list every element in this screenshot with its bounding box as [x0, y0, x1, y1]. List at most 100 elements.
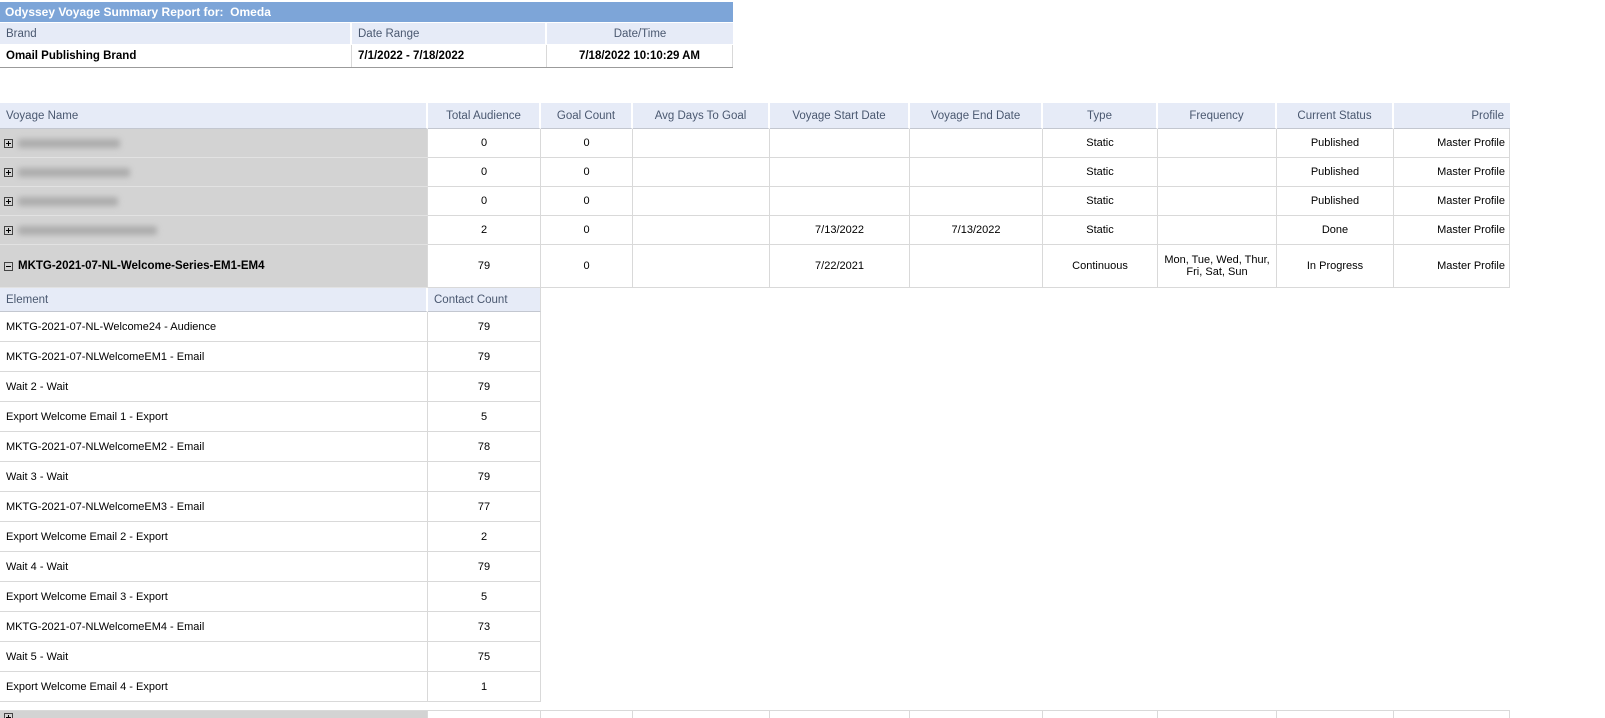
voyage-cell-type: Static	[1043, 216, 1158, 245]
voyage-cell-voyage-start-date: 7/22/2021	[770, 245, 910, 288]
info-table-header: Brand Date Range Date/Time	[0, 23, 733, 44]
voyage-cell-frequency	[1158, 216, 1277, 245]
voyage-cell-voyage-end-date	[910, 187, 1043, 216]
voyage-cell-voyage-end-date	[910, 129, 1043, 158]
redacted-voyage-name	[18, 226, 157, 235]
voyage-cell-total-audience: 2	[428, 216, 541, 245]
element-row: Export Welcome Email 4 - Export1	[0, 672, 1510, 702]
element-row: MKTG-2021-07-NLWelcomeEM3 - Email77	[0, 492, 1510, 522]
voyage-row: 00StaticPublishedMaster Profile	[0, 158, 1510, 187]
voyage-cell-goal-count: 0	[541, 187, 633, 216]
voyage-cell-profile: Master Profile	[1394, 187, 1510, 216]
expand-icon[interactable]	[4, 168, 13, 177]
element-name-cell: Wait 5 - Wait	[0, 642, 428, 672]
info-header-date-time: Date/Time	[547, 23, 733, 44]
element-row: Wait 4 - Wait79	[0, 552, 1510, 582]
expand-icon[interactable]	[4, 226, 13, 235]
voyage-header-voyage-name: Voyage Name	[0, 103, 428, 129]
element-row: MKTG-2021-07-NL-Welcome24 - Audience79	[0, 312, 1510, 342]
element-name-cell: Wait 2 - Wait	[0, 372, 428, 402]
voyage-cell-clipped	[910, 710, 1043, 718]
voyage-header-type: Type	[1043, 103, 1158, 129]
voyage-summary-table: Voyage NameTotal AudienceGoal CountAvg D…	[0, 103, 1510, 702]
voyage-row: MKTG-2021-07-NL-Welcome-Series-EM1-EM4 79…	[0, 245, 1510, 288]
voyage-cell-clipped	[1043, 710, 1158, 718]
voyage-name-text: MKTG-2021-07-NL-Welcome-Series-EM1-EM4	[18, 260, 264, 272]
voyage-table-body: 00StaticPublishedMaster Profile00StaticP…	[0, 129, 1510, 288]
contact-count-cell: 5	[428, 402, 541, 432]
contact-count-cell: 73	[428, 612, 541, 642]
voyage-cell-total-audience: 79	[428, 245, 541, 288]
contact-count-cell: 75	[428, 642, 541, 672]
date-range-value: 7/1/2022 - 7/18/2022	[352, 45, 547, 67]
report-page: Odyssey Voyage Summary Report for: Omeda…	[0, 0, 1605, 718]
redacted-voyage-name	[18, 139, 120, 148]
element-name-cell: MKTG-2021-07-NLWelcomeEM4 - Email	[0, 612, 428, 642]
element-row: Wait 2 - Wait79	[0, 372, 1510, 402]
element-header-element: Element	[0, 288, 428, 312]
info-table-row: Omail Publishing Brand 7/1/2022 - 7/18/2…	[0, 45, 733, 68]
report-title: Odyssey Voyage Summary Report for: Omeda	[5, 5, 271, 19]
element-row: Export Welcome Email 2 - Export2	[0, 522, 1510, 552]
contact-count-cell: 79	[428, 552, 541, 582]
element-row: Wait 3 - Wait79	[0, 462, 1510, 492]
element-name-cell: MKTG-2021-07-NL-Welcome24 - Audience	[0, 312, 428, 342]
voyage-cell-type: Static	[1043, 158, 1158, 187]
voyage-cell-avg-days-to-goal	[633, 216, 770, 245]
contact-count-cell: 79	[428, 462, 541, 492]
voyage-cell-goal-count: 0	[541, 216, 633, 245]
voyage-header-total-audience: Total Audience	[428, 103, 541, 129]
voyage-cell-frequency	[1158, 187, 1277, 216]
voyage-table-header-row: Voyage NameTotal AudienceGoal CountAvg D…	[0, 103, 1510, 129]
voyage-cell-voyage-start-date	[770, 129, 910, 158]
element-row: Wait 5 - Wait75	[0, 642, 1510, 672]
contact-count-cell: 77	[428, 492, 541, 522]
voyage-header-current-status: Current Status	[1277, 103, 1394, 129]
element-table-header-row: ElementContact Count	[0, 288, 1510, 312]
voyage-cell-profile: Master Profile	[1394, 129, 1510, 158]
element-header-contact-count: Contact Count	[428, 288, 541, 312]
voyage-cell-avg-days-to-goal	[633, 187, 770, 216]
voyage-row: 207/13/20227/13/2022StaticDoneMaster Pro…	[0, 216, 1510, 245]
voyage-cell-clipped	[541, 710, 633, 718]
voyage-name-cell: MKTG-2021-07-NL-Welcome-Series-EM1-EM4	[0, 245, 428, 288]
contact-count-cell: 1	[428, 672, 541, 702]
voyage-name-cell-clipped	[0, 710, 428, 718]
report-title-bar: Odyssey Voyage Summary Report for: Omeda	[0, 2, 733, 22]
voyage-cell-voyage-start-date	[770, 187, 910, 216]
element-name-cell: Export Welcome Email 4 - Export	[0, 672, 428, 702]
element-name-cell: MKTG-2021-07-NLWelcomeEM3 - Email	[0, 492, 428, 522]
voyage-name-cell	[0, 129, 428, 158]
contact-count-cell: 79	[428, 312, 541, 342]
expand-icon[interactable]	[4, 139, 13, 148]
voyage-row: 00StaticPublishedMaster Profile	[0, 129, 1510, 158]
contact-count-cell: 5	[428, 582, 541, 612]
expand-icon[interactable]	[4, 713, 13, 718]
voyage-cell-type: Static	[1043, 129, 1158, 158]
redacted-voyage-name	[18, 168, 130, 177]
voyage-cell-current-status: Published	[1277, 129, 1394, 158]
redacted-voyage-name	[18, 197, 118, 206]
voyage-header-voyage-start-date: Voyage Start Date	[770, 103, 910, 129]
element-row: MKTG-2021-07-NLWelcomeEM2 - Email78	[0, 432, 1510, 462]
collapse-icon[interactable]	[4, 262, 13, 271]
element-name-cell: Export Welcome Email 1 - Export	[0, 402, 428, 432]
voyage-row: 00StaticPublishedMaster Profile	[0, 187, 1510, 216]
element-name-cell: MKTG-2021-07-NLWelcomeEM1 - Email	[0, 342, 428, 372]
element-name-cell: Wait 3 - Wait	[0, 462, 428, 492]
voyage-cell-current-status: Published	[1277, 158, 1394, 187]
voyage-cell-goal-count: 0	[541, 245, 633, 288]
voyage-cell-voyage-end-date: 7/13/2022	[910, 216, 1043, 245]
voyage-cell-goal-count: 0	[541, 129, 633, 158]
voyage-cell-current-status: Published	[1277, 187, 1394, 216]
voyage-cell-clipped	[633, 710, 770, 718]
voyage-cell-voyage-end-date	[910, 158, 1043, 187]
element-row: MKTG-2021-07-NLWelcomeEM4 - Email73	[0, 612, 1510, 642]
element-row: Export Welcome Email 3 - Export5	[0, 582, 1510, 612]
element-row: MKTG-2021-07-NLWelcomeEM1 - Email79	[0, 342, 1510, 372]
voyage-cell-voyage-end-date	[910, 245, 1043, 288]
element-name-cell: Wait 4 - Wait	[0, 552, 428, 582]
element-name-cell: Export Welcome Email 3 - Export	[0, 582, 428, 612]
voyage-cell-type: Static	[1043, 187, 1158, 216]
expand-icon[interactable]	[4, 197, 13, 206]
